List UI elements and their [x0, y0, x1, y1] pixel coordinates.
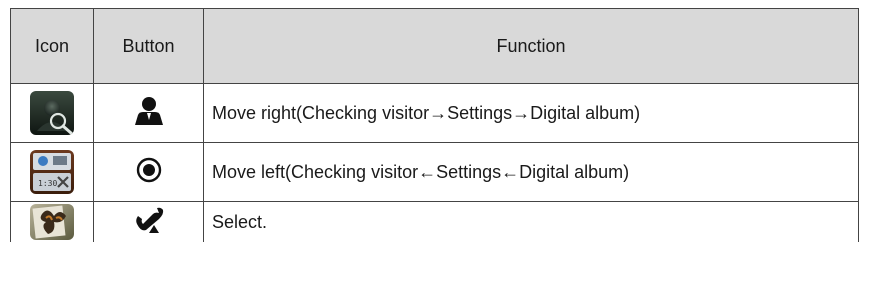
function-table: Icon Button Function Move right(Checking…: [10, 8, 859, 242]
button-cell: [93, 83, 204, 143]
settings-app-icon: 1:30: [30, 150, 74, 194]
checking-visitor-app-icon: [30, 91, 74, 135]
function-text: Move right(Checking visitor→Settings→Dig…: [203, 83, 859, 143]
icon-cell: [10, 83, 94, 143]
record-circle-icon: [136, 157, 162, 188]
table-row: Move right(Checking visitor→Settings→Dig…: [10, 83, 859, 143]
svg-text:1:30: 1:30: [38, 179, 57, 188]
table-row: 1:30 Move left(Checking visitor←Settings…: [10, 142, 859, 202]
header-icon: Icon: [10, 8, 94, 84]
digital-album-app-icon: [30, 204, 74, 240]
table-header-row: Icon Button Function: [10, 8, 859, 84]
icon-cell: 1:30: [10, 142, 94, 202]
function-text: Select.: [203, 201, 859, 242]
phone-handset-icon: [133, 206, 165, 239]
header-button: Button: [93, 8, 204, 84]
person-icon: [133, 96, 165, 131]
button-cell: [93, 201, 204, 242]
icon-cell: [10, 201, 94, 242]
table-row: Select.: [10, 201, 859, 242]
function-text: Move left(Checking visitor←Settings←Digi…: [203, 142, 859, 202]
button-cell: [93, 142, 204, 202]
header-function: Function: [203, 8, 859, 84]
function-table-container: Icon Button Function Move right(Checking…: [0, 0, 869, 292]
